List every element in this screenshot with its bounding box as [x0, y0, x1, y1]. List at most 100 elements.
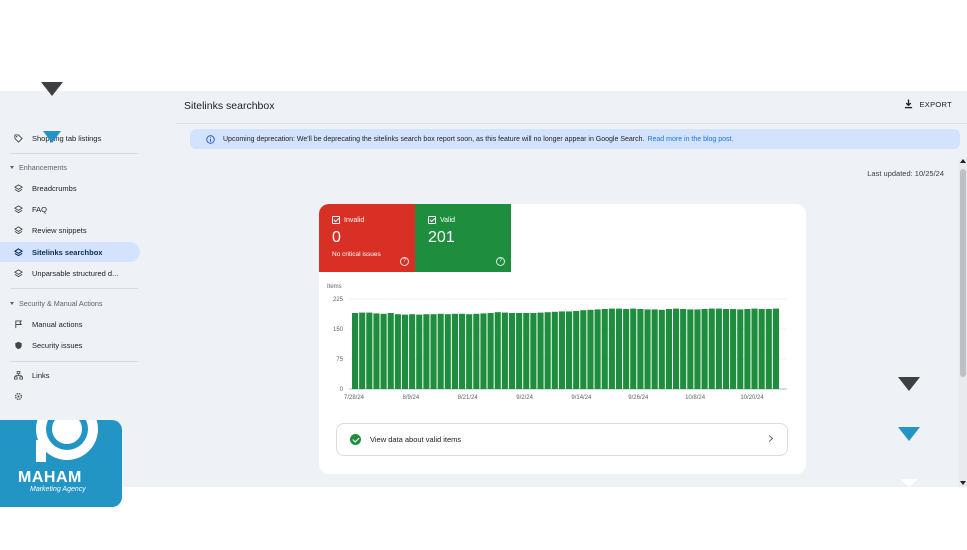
info-icon [206, 134, 215, 144]
chart-bar [409, 314, 416, 389]
chart-bar [765, 309, 772, 389]
sidebar-divider [10, 288, 138, 289]
sidebar-item-review-snippets[interactable]: Review snippets [0, 220, 140, 240]
banner-text: Upcoming deprecation: We'll be deprecati… [223, 135, 645, 143]
brand-logo: MAHAM Marketing Agency [0, 420, 122, 507]
help-icon[interactable]: ? [400, 257, 409, 266]
chart-bar [722, 309, 730, 389]
chart-bar [373, 313, 380, 389]
checkbox-icon [428, 216, 436, 224]
chart-bar [551, 311, 558, 389]
invalid-tile[interactable]: Invalid 0 No critical issues ? [319, 204, 415, 272]
triangle-marker-icon [898, 377, 920, 391]
last-updated: Last updated: 10/25/24 [867, 169, 944, 178]
triangle-marker-icon [43, 131, 61, 143]
sidebar-item-label: Security issues [32, 340, 83, 350]
help-icon[interactable]: ? [496, 257, 505, 266]
sidebar-item-label: Manual actions [32, 319, 83, 329]
page-title: Sitelinks searchbox [184, 100, 275, 112]
shield-icon [14, 341, 32, 350]
invalid-count: 0 [332, 229, 341, 246]
blog-post-link[interactable]: Read more in the blog post. [647, 136, 733, 143]
invalid-subtext: No critical issues [332, 251, 381, 258]
chart-bar [380, 313, 387, 389]
chart-bar [451, 313, 458, 389]
chart-bar [601, 309, 608, 389]
chart-bar [566, 311, 573, 389]
chart-bar [366, 312, 373, 389]
layers-icon [14, 225, 32, 235]
chart-bar [352, 313, 359, 389]
layers-icon [14, 183, 32, 193]
chart-bar [473, 313, 480, 389]
scroll-up-arrow[interactable] [960, 159, 966, 163]
chart-bar [459, 313, 466, 389]
sidebar-item-settings[interactable] [0, 386, 140, 406]
checkbox-icon [332, 216, 340, 224]
items-chart: 0 75 150 225 7/28/24 8/9/24 8/21/24 9/2/24 9/14/… [319, 282, 806, 404]
sidebar-divider [10, 153, 138, 154]
section-enhancements[interactable]: Enhancements [0, 163, 140, 172]
chart-bar [387, 313, 394, 389]
chart-bar [715, 308, 722, 389]
y-axis-label: Items [327, 284, 342, 290]
chart-bar [758, 309, 765, 389]
x-tick-label: 8/21/24 [458, 395, 479, 401]
chart-bar [580, 310, 587, 389]
chart-bar [416, 314, 423, 389]
x-tick-label: 8/9/24 [403, 395, 420, 401]
sidebar-item-manual-actions[interactable]: Manual actions [0, 314, 140, 334]
sidebar-item-breadcrumbs[interactable]: Breadcrumbs [0, 178, 140, 198]
chart-bar [665, 309, 672, 389]
chart-bar [359, 312, 366, 389]
sitemap-icon [14, 370, 32, 380]
sidebar-item-faq[interactable]: FAQ [0, 199, 140, 219]
gear-icon [14, 392, 32, 401]
chart-bar [544, 312, 551, 389]
chart-bar [394, 314, 401, 389]
scroll-thumb[interactable] [960, 169, 966, 377]
sidebar-item-shopping-tab-listings[interactable]: Shopping tab listings [0, 128, 140, 148]
chart-bar [608, 308, 615, 389]
sidebar-item-links[interactable]: Links [0, 365, 140, 385]
logo-name: MAHAM [18, 469, 82, 486]
chart-bar [508, 313, 516, 389]
chart-bar [658, 309, 665, 389]
chart-bar [694, 309, 701, 389]
chart-bar [680, 309, 687, 389]
sidebar-item-security-issues[interactable]: Security issues [0, 335, 140, 355]
chart-bar [530, 313, 537, 389]
sidebar-item-label: FAQ [32, 204, 48, 214]
valid-tile[interactable]: Valid 201 ? [415, 204, 511, 272]
vertical-scrollbar[interactable] [959, 159, 967, 487]
chart-bar [772, 308, 779, 389]
scroll-down-arrow[interactable] [960, 481, 966, 485]
search-console-app: Shopping tab listings Enhancements Bread… [0, 91, 967, 487]
chart-bar [730, 309, 737, 389]
section-security-manual-actions[interactable]: Security & Manual Actions [0, 299, 140, 308]
chart-bar [623, 309, 630, 389]
valid-count: 201 [428, 229, 455, 246]
status-card: Invalid 0 No critical issues ? Valid 201… [319, 204, 806, 474]
sidebar-item-unparsable-structured-data[interactable]: Unparsable structured d... [0, 263, 140, 283]
main-content: Sitelinks searchbox EXPORT Upcoming depr… [148, 91, 967, 487]
x-tick-label: 9/2/24 [516, 395, 533, 401]
triangle-marker-icon [41, 82, 63, 96]
export-button[interactable]: EXPORT [904, 99, 952, 109]
view-valid-items-row[interactable]: View data about valid items [336, 423, 788, 456]
chart-bar [687, 309, 694, 389]
y-tick-label: 0 [340, 387, 344, 393]
logo-stem [36, 440, 46, 462]
y-tick-label: 75 [336, 357, 343, 363]
chart-bar [594, 309, 601, 389]
chart-bar [630, 308, 637, 389]
flag-icon [14, 319, 32, 329]
chart-bar [501, 312, 508, 389]
chart-bar [744, 309, 751, 389]
chart-bar [537, 312, 544, 389]
check-circle-icon [350, 434, 361, 445]
chart-bar [523, 313, 530, 389]
chart-bar [737, 309, 744, 389]
sidebar-item-sitelinks-searchbox[interactable]: Sitelinks searchbox [0, 242, 140, 262]
chart-bar [615, 308, 623, 389]
